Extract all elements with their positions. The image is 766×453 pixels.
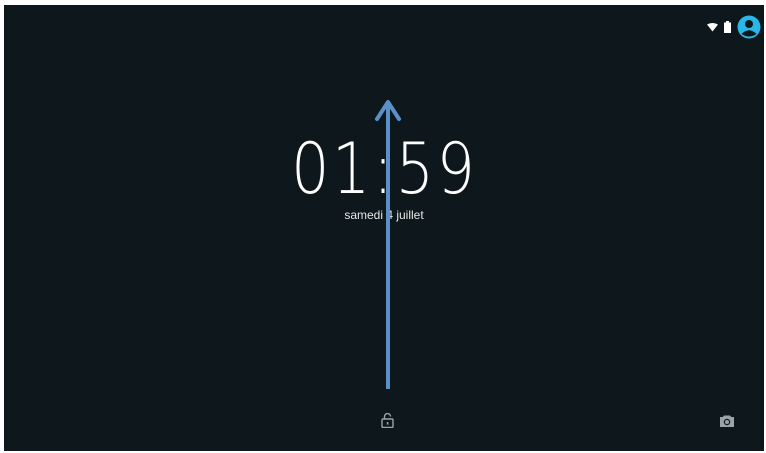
swipe-up-arrow-icon xyxy=(375,100,401,389)
user-avatar-icon[interactable] xyxy=(737,15,761,39)
battery-icon xyxy=(724,21,731,33)
status-bar xyxy=(707,15,761,39)
unlock-icon[interactable] xyxy=(381,412,394,433)
wifi-icon xyxy=(707,22,718,32)
camera-icon[interactable] xyxy=(719,414,735,433)
lock-screen: 01:59 samedi 4 juillet xyxy=(4,5,764,451)
